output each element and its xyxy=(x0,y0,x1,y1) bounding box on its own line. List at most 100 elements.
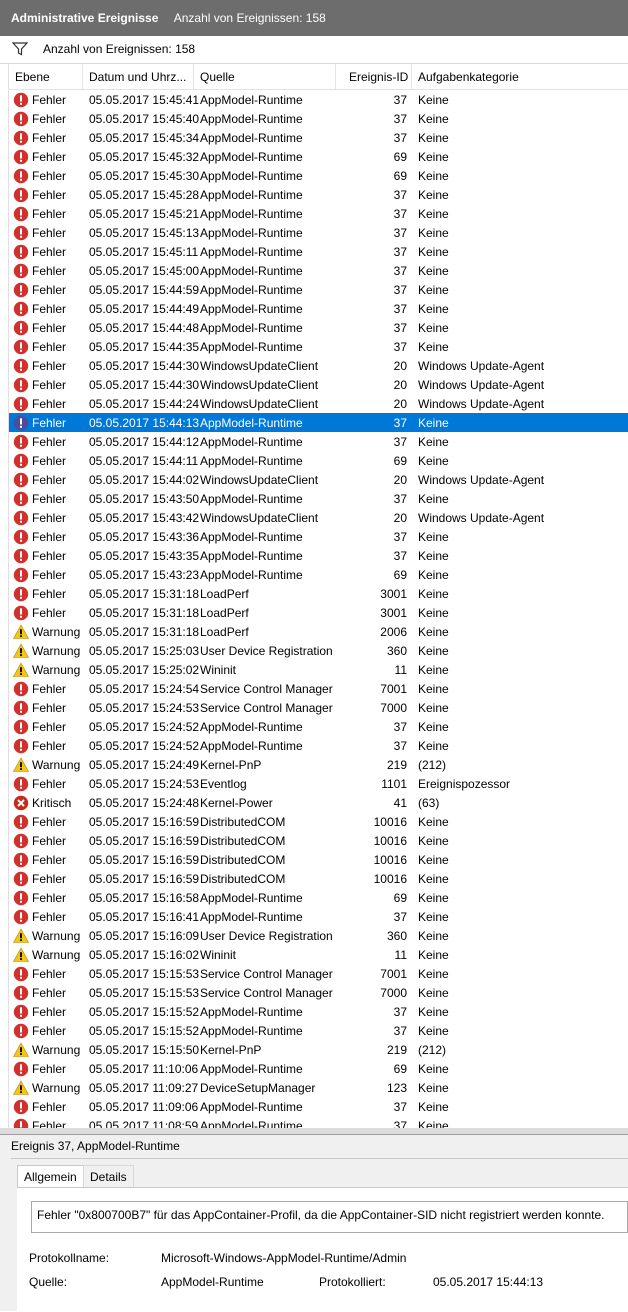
table-row[interactable]: Fehler 05.05.2017 15:45:32 AppModel-Runtim… xyxy=(9,147,628,166)
table-row[interactable]: Fehler 05.05.2017 15:44:48 AppModel-Runtim… xyxy=(9,318,628,337)
column-header-source[interactable]: Quelle xyxy=(200,70,235,84)
table-row[interactable]: Fehler 05.05.2017 15:24:54 Service Control… xyxy=(9,679,628,698)
table-row[interactable]: Fehler 05.05.2017 15:45:00 AppModel-Runtim… xyxy=(9,261,628,280)
category-cell: Keine xyxy=(418,93,449,107)
table-row[interactable]: Fehler 05.05.2017 15:45:21 AppModel-Runtim… xyxy=(9,204,628,223)
table-row[interactable]: Fehler 05.05.2017 15:43:42 WindowsUpdateCl… xyxy=(9,508,628,527)
warning-icon xyxy=(12,662,30,678)
table-row[interactable]: Fehler 05.05.2017 15:43:23 AppModel-Runtim… xyxy=(9,565,628,584)
table-row[interactable]: Fehler 05.05.2017 15:16:58 AppModel-Runtim… xyxy=(9,888,628,907)
table-row[interactable]: Fehler 05.05.2017 15:15:53 Service Control… xyxy=(9,964,628,983)
warning-icon xyxy=(12,1080,30,1096)
column-header-level[interactable]: Ebene xyxy=(15,70,50,84)
log-name-value: Microsoft-Windows-AppModel-Runtime/Admin xyxy=(161,1251,407,1265)
table-row[interactable]: Fehler 05.05.2017 15:44:35 AppModel-Runtim… xyxy=(9,337,628,356)
event-id-cell: 37 xyxy=(393,321,407,335)
table-row[interactable]: Fehler 05.05.2017 11:08:59 AppModel-Runtim… xyxy=(9,1116,628,1128)
source-cell: Kernel-Power xyxy=(200,796,273,810)
source-cell: AppModel-Runtime xyxy=(200,283,303,297)
table-row[interactable]: Fehler 05.05.2017 15:44:12 AppModel-Runtim… xyxy=(9,432,628,451)
table-row[interactable]: Fehler 05.05.2017 15:45:34 AppModel-Runtim… xyxy=(9,128,628,147)
table-row[interactable]: Fehler 05.05.2017 15:43:36 AppModel-Runtim… xyxy=(9,527,628,546)
table-row[interactable]: Fehler 05.05.2017 15:44:59 AppModel-Runtim… xyxy=(9,280,628,299)
error-icon xyxy=(13,1004,29,1020)
table-row[interactable]: Warnung 05.05.2017 15:25:03 User Device Re… xyxy=(9,641,628,660)
table-row[interactable]: Warnung 05.05.2017 15:16:02 Wininit 11 Keine xyxy=(9,945,628,964)
source-cell: AppModel-Runtime xyxy=(200,207,303,221)
column-header-date[interactable]: Datum und Uhrz... xyxy=(89,70,186,84)
table-row[interactable]: Fehler 05.05.2017 15:15:52 AppModel-Runtim… xyxy=(9,1021,628,1040)
table-row[interactable]: Fehler 05.05.2017 15:44:02 WindowsUpdateCl… xyxy=(9,470,628,489)
table-row[interactable]: Fehler 05.05.2017 15:44:30 WindowsUpdateCl… xyxy=(9,375,628,394)
event-id-cell: 69 xyxy=(393,169,407,183)
table-row[interactable]: Kritisch 05.05.2017 15:24:48 Kernel-Power 4… xyxy=(9,793,628,812)
table-row[interactable]: Fehler 05.05.2017 15:44:11 AppModel-Runtim… xyxy=(9,451,628,470)
column-header-category[interactable]: Aufgabenkategorie xyxy=(418,70,519,84)
warning-icon xyxy=(12,928,30,944)
table-row[interactable]: Fehler 05.05.2017 15:16:59 DistributedCOM 1… xyxy=(9,869,628,888)
event-id-cell: 7000 xyxy=(380,701,407,715)
category-cell: Keine xyxy=(418,606,449,620)
date-cell: 05.05.2017 15:31:18 xyxy=(89,606,200,620)
table-row[interactable]: Warnung 05.05.2017 15:24:49 Kernel-PnP 219 (… xyxy=(9,755,628,774)
table-row[interactable]: Warnung 05.05.2017 11:09:27 DeviceSetupMan… xyxy=(9,1078,628,1097)
table-row[interactable]: Warnung 05.05.2017 15:15:50 Kernel-PnP 219 (… xyxy=(9,1040,628,1059)
table-row[interactable]: Fehler 05.05.2017 15:16:59 DistributedCOM 1… xyxy=(9,831,628,850)
table-row[interactable]: Warnung 05.05.2017 15:16:09 User Device Re… xyxy=(9,926,628,945)
table-row[interactable]: Fehler 05.05.2017 15:15:53 Service Control… xyxy=(9,983,628,1002)
source-cell: AppModel-Runtime xyxy=(200,188,303,202)
level-cell: Fehler xyxy=(32,872,67,886)
table-row[interactable]: Fehler 05.05.2017 15:16:59 DistributedCOM 1… xyxy=(9,812,628,831)
table-row[interactable]: Fehler 05.05.2017 15:43:35 AppModel-Runtim… xyxy=(9,546,628,565)
table-row[interactable]: Warnung 05.05.2017 15:25:02 Wininit 11 Keine xyxy=(9,660,628,679)
table-row[interactable]: Warnung 05.05.2017 15:31:18 LoadPerf 2006 Ke… xyxy=(9,622,628,641)
table-row[interactable]: Fehler 05.05.2017 15:44:49 AppModel-Runtim… xyxy=(9,299,628,318)
category-cell: (212) xyxy=(418,758,447,772)
category-cell: Keine xyxy=(418,530,449,544)
date-cell: 05.05.2017 15:16:59 xyxy=(89,853,200,867)
tab-general[interactable]: Allgemein xyxy=(17,1165,84,1188)
table-row[interactable]: Fehler 05.05.2017 15:45:40 AppModel-Runtim… xyxy=(9,109,628,128)
table-header: Ebene Datum und Uhrz... Quelle Ereignis-… xyxy=(9,64,628,90)
source-cell: Kernel-PnP xyxy=(200,1043,262,1057)
table-row[interactable]: Fehler 05.05.2017 15:45:30 AppModel-Runtim… xyxy=(9,166,628,185)
table-row[interactable]: Fehler 05.05.2017 15:24:53 Eventlog 1101 Ere… xyxy=(9,774,628,793)
table-row[interactable]: Fehler 05.05.2017 15:44:24 WindowsUpdateCl… xyxy=(9,394,628,413)
filter-icon[interactable] xyxy=(11,42,29,59)
event-message[interactable]: Fehler "0x800700B7" für das AppContainer… xyxy=(31,1201,628,1233)
table-row[interactable]: Fehler 05.05.2017 15:31:18 LoadPerf 3001 Kei… xyxy=(9,584,628,603)
tab-details[interactable]: Details xyxy=(83,1165,134,1187)
table-row[interactable]: Fehler 05.05.2017 15:24:52 AppModel-Runtim… xyxy=(9,736,628,755)
table-row[interactable]: Fehler 05.05.2017 15:16:59 DistributedCOM 1… xyxy=(9,850,628,869)
event-id-cell: 7001 xyxy=(380,967,407,981)
table-row[interactable]: Fehler 05.05.2017 15:15:52 AppModel-Runtim… xyxy=(9,1002,628,1021)
table-row[interactable]: Fehler 05.05.2017 15:24:53 Service Control… xyxy=(9,698,628,717)
source-cell: Service Control Manager xyxy=(200,986,333,1000)
table-row[interactable]: Fehler 05.05.2017 15:16:41 AppModel-Runtim… xyxy=(9,907,628,926)
column-header-event-id[interactable]: Ereignis-ID xyxy=(349,70,408,84)
table-row[interactable]: Fehler 05.05.2017 15:45:13 AppModel-Runtim… xyxy=(9,223,628,242)
level-cell: Fehler xyxy=(32,378,67,392)
table-row[interactable]: Fehler 05.05.2017 15:45:28 AppModel-Runtim… xyxy=(9,185,628,204)
table-row[interactable]: Fehler 05.05.2017 11:10:06 AppModel-Runtim… xyxy=(9,1059,628,1078)
event-id-cell: 7000 xyxy=(380,986,407,1000)
category-cell: Keine xyxy=(418,720,449,734)
category-cell: Windows Update-Agent xyxy=(418,473,545,487)
date-cell: 05.05.2017 15:43:42 xyxy=(89,511,200,525)
source-cell: Wininit xyxy=(200,948,237,962)
warning-icon xyxy=(12,947,30,963)
table-row[interactable]: Fehler 05.05.2017 15:44:30 WindowsUpdateCl… xyxy=(9,356,628,375)
source-cell: AppModel-Runtime xyxy=(200,891,303,905)
table-row[interactable]: Fehler 05.05.2017 15:45:11 AppModel-Runtim… xyxy=(9,242,628,261)
event-id-cell: 20 xyxy=(393,359,407,373)
table-row[interactable]: Fehler 05.05.2017 15:45:41 AppModel-Runtim… xyxy=(9,90,628,109)
table-row[interactable]: Fehler 05.05.2017 15:31:18 LoadPerf 3001 Kei… xyxy=(9,603,628,622)
date-cell: 05.05.2017 15:15:53 xyxy=(89,967,200,981)
table-row[interactable]: Fehler 05.05.2017 15:43:50 AppModel-Runtim… xyxy=(9,489,628,508)
event-count-label: Anzahl von Ereignissen: 158 xyxy=(173,11,326,25)
table-row[interactable]: Fehler 05.05.2017 15:44:13 AppModel-Runtim… xyxy=(9,413,628,432)
level-cell: Fehler xyxy=(32,93,67,107)
table-row[interactable]: Fehler 05.05.2017 15:24:52 AppModel-Runtim… xyxy=(9,717,628,736)
date-cell: 05.05.2017 15:45:28 xyxy=(89,188,200,202)
table-row[interactable]: Fehler 05.05.2017 11:09:06 AppModel-Runtim… xyxy=(9,1097,628,1116)
